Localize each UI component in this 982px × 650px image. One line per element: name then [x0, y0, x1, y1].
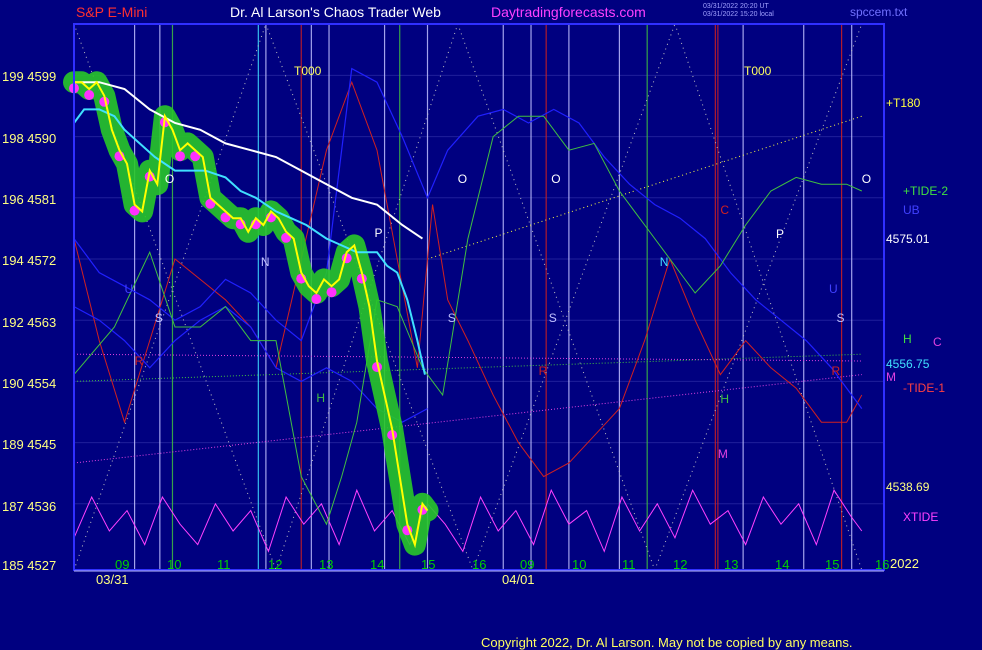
c-label: C [933, 335, 942, 349]
cycle-letter: M [718, 447, 728, 461]
x-tick: 12 [268, 557, 283, 572]
timestamp-ut: 03/31/2022 20:20 UT [703, 3, 769, 10]
y-tick: 189 4545 [2, 437, 57, 452]
date-label: 03/31 [96, 572, 129, 587]
y-tick: 190 4554 [2, 376, 57, 391]
diagonal-line [457, 23, 656, 571]
chart-symbol: S&P E-Mini [76, 4, 148, 20]
diagonal-line [674, 23, 863, 571]
x-tick: 10 [167, 557, 182, 572]
cycle-letter: S [549, 311, 557, 325]
tide2-label: +TIDE-2 [903, 184, 949, 198]
cycle-letter: S [448, 311, 456, 325]
y-tick: 192 4563 [2, 315, 57, 330]
cycle-letter: P [776, 227, 784, 241]
cycle-letter: R [539, 364, 548, 378]
x-tick: 11 [622, 557, 636, 572]
t180-label: +T180 [886, 96, 921, 110]
cycle-letter: P [374, 226, 382, 240]
chart-title: Dr. Al Larson's Chaos Trader Web [230, 4, 441, 20]
level-4575: 4575.01 [886, 232, 930, 246]
chart-series: R S N H O O S R N C H M P S R O P S O U U [63, 67, 871, 556]
cycle-letter: N [261, 255, 270, 269]
tide1-label: -TIDE-1 [903, 381, 945, 395]
y-tick: 199 4599 [2, 69, 57, 84]
price-marker [311, 294, 322, 304]
x-tick: 16 [472, 557, 487, 572]
x-tick: 12 [673, 557, 688, 572]
chart-plot: R S N H O O S R N C H M P S R O P S O U U [63, 23, 885, 572]
x-tick: 13 [724, 557, 739, 572]
ub-label: UB [903, 203, 920, 217]
cycle-letter: U [125, 282, 134, 296]
cycle-letter: R [135, 354, 144, 368]
cycle-letter: O [165, 172, 174, 186]
cycle-letter: O [862, 172, 871, 186]
y-tick: 187 4536 [2, 499, 57, 514]
cycle-letter: O [458, 172, 467, 186]
cycle-letter: C [720, 203, 729, 217]
y-tick: 198 4590 [2, 131, 57, 146]
cycle-letter: H [316, 391, 325, 405]
x-tick: 13 [319, 557, 334, 572]
x-tick: 14 [370, 557, 385, 572]
date-label: 04/01 [502, 572, 535, 587]
price-marker [175, 151, 186, 162]
cycle-letter: S [837, 311, 845, 325]
timestamp-local: 03/31/2022 15:20 local [703, 11, 774, 18]
year-label: 2022 [890, 556, 919, 571]
cycle-letter: N [660, 255, 669, 269]
cycle-letter: U [829, 282, 838, 296]
x-tick: 14 [775, 557, 790, 572]
x-tick: 15 [421, 557, 436, 572]
h-label: H [903, 332, 912, 346]
level-4556: 4556.75 [886, 357, 930, 371]
cycle-letter: H [720, 392, 729, 406]
cycle-letter: R [832, 364, 841, 378]
vertical-cycle-lines [134, 24, 853, 570]
m-label: M [886, 370, 896, 384]
price-marker [326, 287, 337, 298]
xtide-label: XTIDE [903, 510, 939, 524]
cycle-letter: O [551, 172, 560, 186]
y-tick: 194 4572 [2, 253, 57, 268]
y-tick: 196 4581 [2, 192, 57, 207]
copyright: Copyright 2022, Dr. Al Larson. May not b… [481, 635, 853, 650]
data-file: spccem.txt [850, 5, 908, 19]
site-link[interactable]: Daytradingforecasts.com [491, 5, 646, 19]
t000-marker: T000 [744, 64, 772, 78]
x-tick: 15 [825, 557, 840, 572]
x-tick: 10 [572, 557, 587, 572]
t000-marker: T000 [294, 64, 322, 78]
level-4538: 4538.69 [886, 480, 930, 494]
x-tick: 11 [217, 557, 231, 572]
price-band [63, 71, 439, 556]
x-tick: 09 [520, 557, 535, 572]
plot-frame [73, 23, 885, 571]
x-tick: 16 [875, 557, 890, 572]
price-marker [84, 90, 95, 100]
cycle-letter: S [155, 311, 163, 325]
x-tick: 09 [115, 557, 130, 572]
y-tick: 185 4527 [2, 558, 57, 573]
